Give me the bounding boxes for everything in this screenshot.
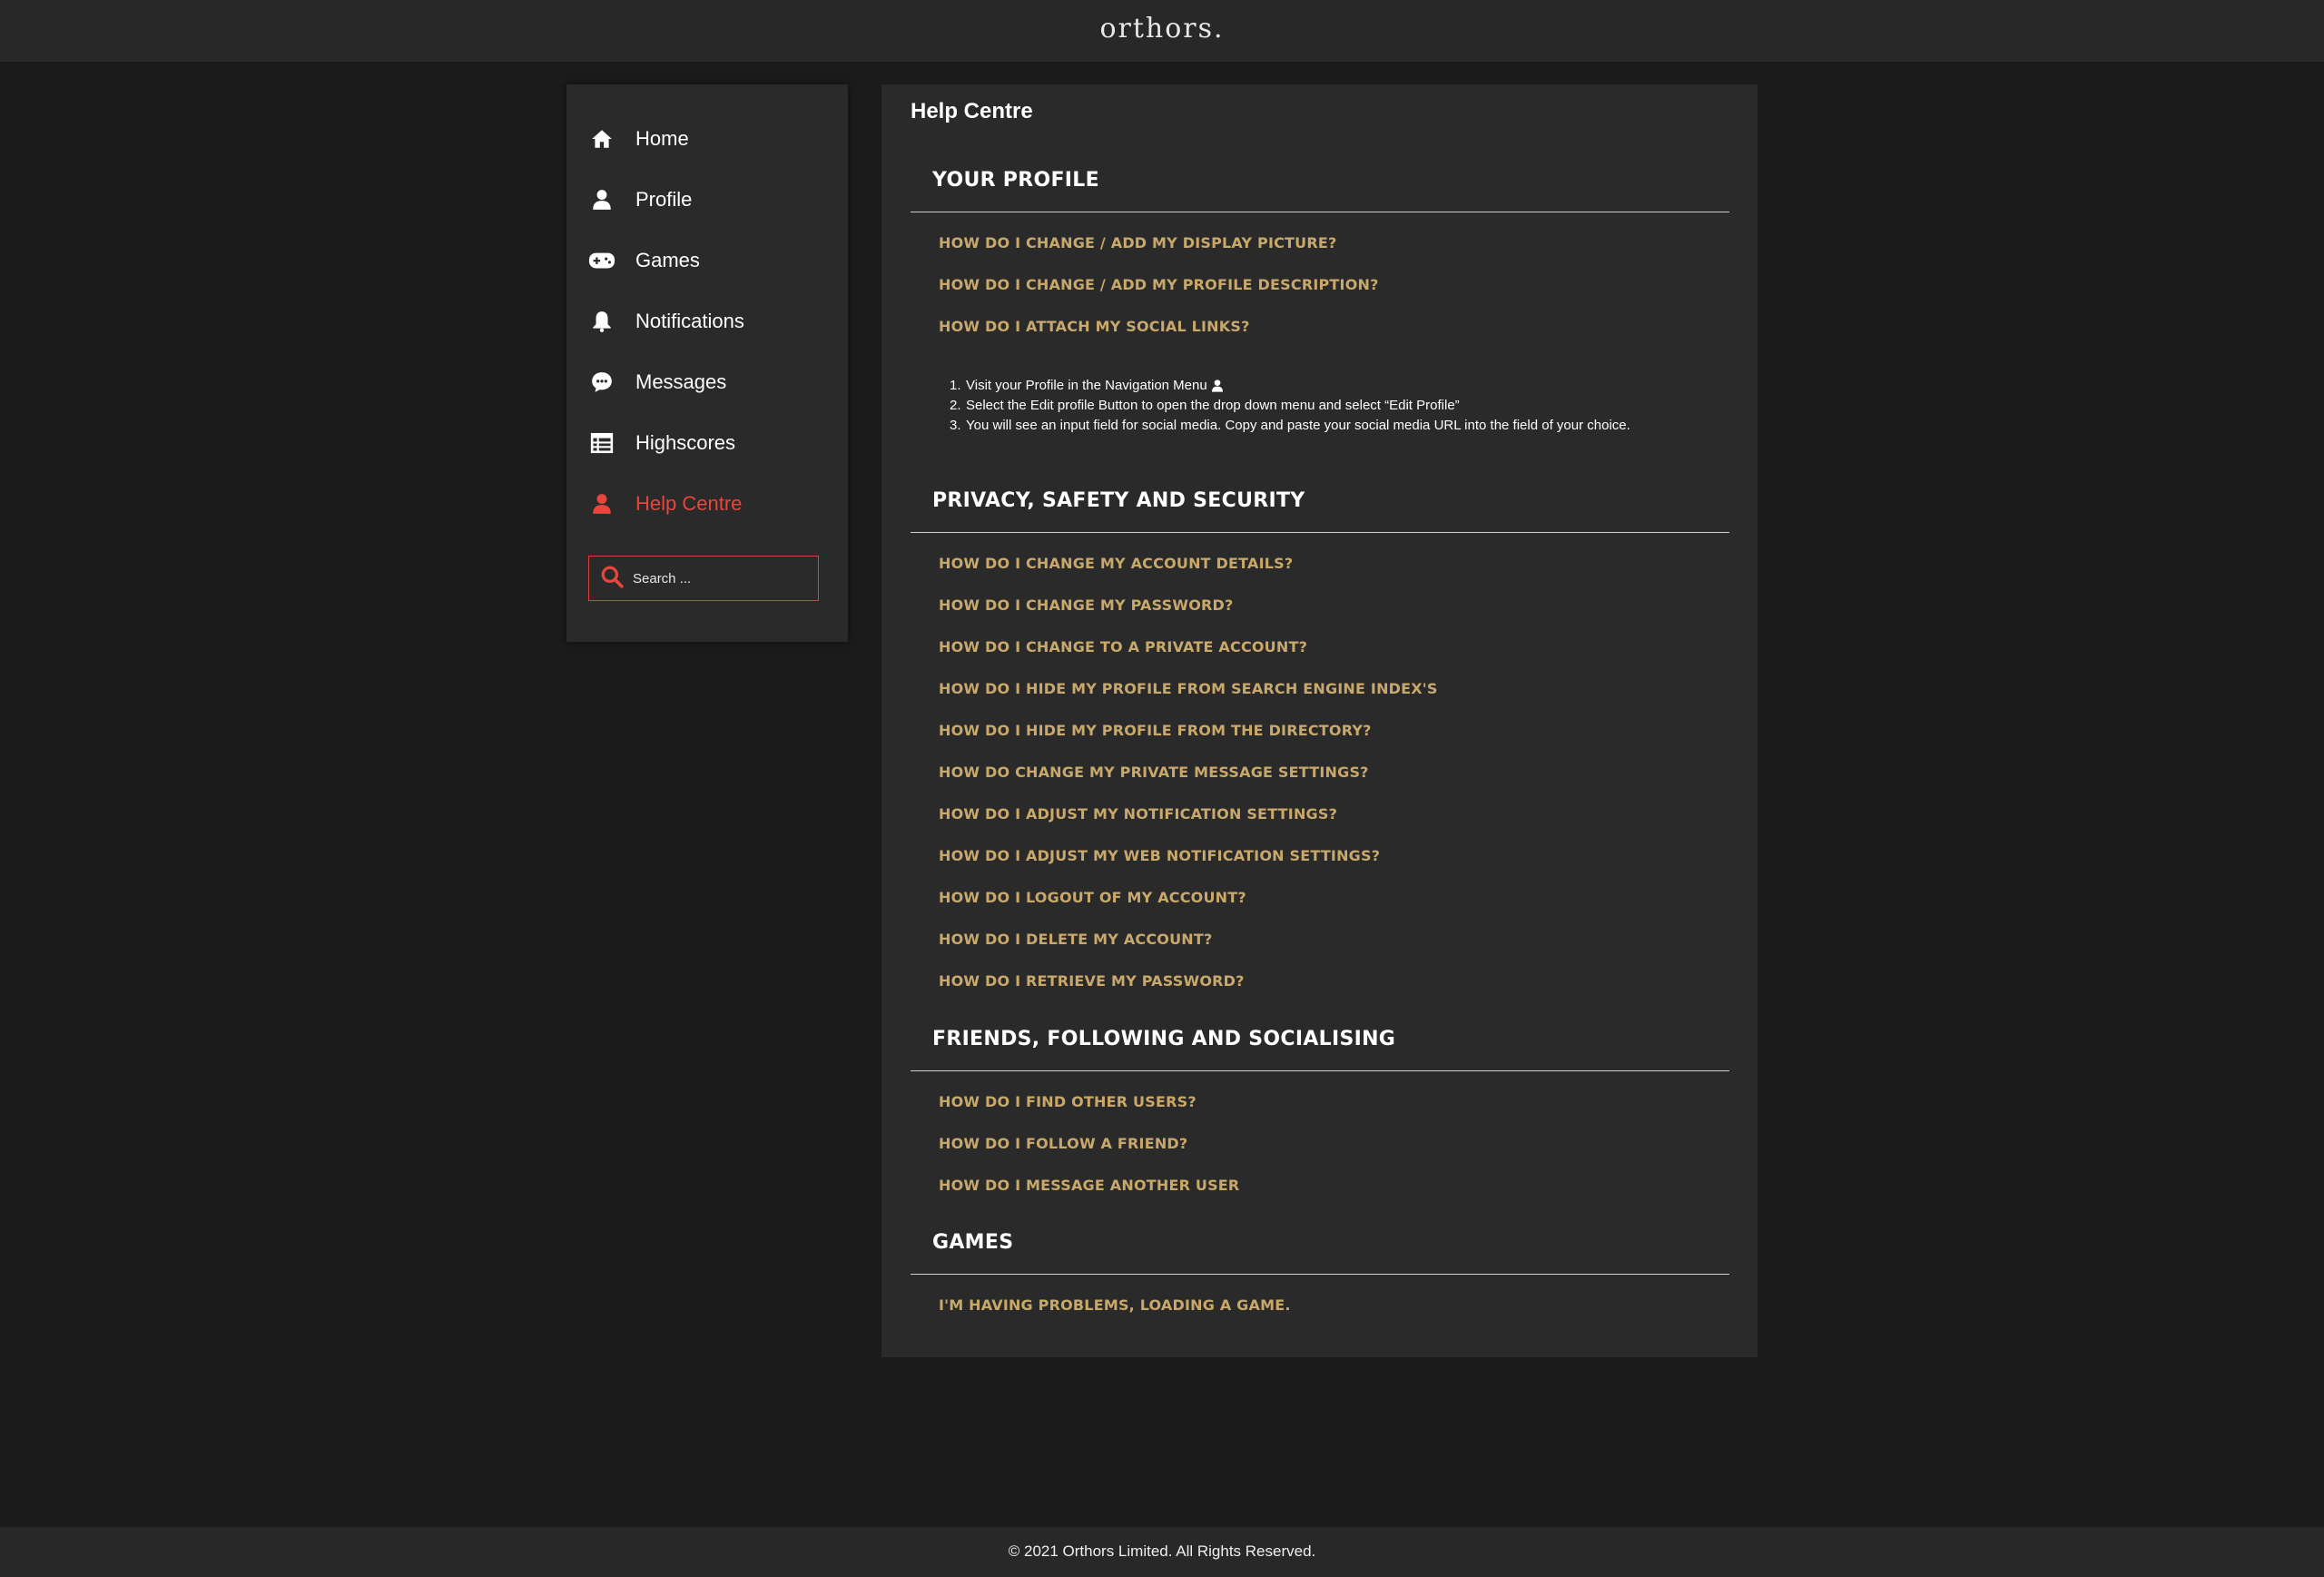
faq-link[interactable]: HOW DO I LOGOUT OF MY ACCOUNT?: [939, 889, 1246, 906]
faq-link[interactable]: HOW DO I DELETE MY ACCOUNT?: [939, 931, 1212, 948]
faq-link[interactable]: HOW DO I CHANGE MY ACCOUNT DETAILS?: [939, 555, 1293, 572]
faq-link[interactable]: HOW DO I HIDE MY PROFILE FROM SEARCH ENG…: [939, 680, 1438, 697]
sidebar-item-highscores[interactable]: Highscores: [588, 425, 735, 461]
page-title: Help Centre: [911, 99, 1033, 123]
section-divider: [911, 1070, 1729, 1071]
faq-link[interactable]: I'M HAVING PROBLEMS, LOADING A GAME.: [939, 1296, 1291, 1314]
faq-link[interactable]: HOW DO CHANGE MY PRIVATE MESSAGE SETTING…: [939, 764, 1369, 781]
sidebar-item-notifications[interactable]: Notifications: [588, 303, 744, 340]
sidebar-item-home[interactable]: Home: [588, 121, 689, 157]
faq-link[interactable]: HOW DO I RETRIEVE MY PASSWORD?: [939, 972, 1245, 990]
step-text: Select the Edit profile Button to open t…: [966, 398, 1460, 413]
faq-link[interactable]: HOW DO I FOLLOW A FRIEND?: [939, 1135, 1187, 1152]
bell-icon: [588, 308, 615, 335]
sidebar-nav: Home Profile Games Notifications Message…: [566, 84, 848, 642]
sidebar-item-messages[interactable]: Messages: [588, 364, 726, 400]
section-divider: [911, 532, 1729, 533]
sidebar-item-label: Highscores: [635, 431, 736, 454]
section-divider: [911, 1274, 1729, 1275]
step-text: You will see an input field for social m…: [966, 418, 1630, 433]
sidebar-item-label: Home: [635, 127, 689, 150]
copyright-text: © 2021 Orthors Limited. All Rights Reser…: [1008, 1543, 1316, 1560]
search-input[interactable]: [633, 570, 805, 586]
user-icon: [1210, 379, 1225, 393]
gamepad-icon: [588, 247, 615, 274]
faq-link[interactable]: HOW DO I HIDE MY PROFILE FROM THE DIRECT…: [939, 722, 1372, 739]
sidebar-item-label: Games: [635, 249, 700, 271]
user-icon: [588, 186, 615, 213]
step-item: 3. You will see an input field for socia…: [950, 416, 1630, 436]
sidebar-item-games[interactable]: Games: [588, 242, 700, 279]
step-text: Visit your Profile in the Navigation Men…: [966, 378, 1207, 393]
search-box: [588, 556, 819, 601]
sidebar-item-help-centre[interactable]: Help Centre: [588, 486, 742, 522]
sidebar-item-profile[interactable]: Profile: [588, 182, 692, 218]
faq-link[interactable]: HOW DO I MESSAGE ANOTHER USER: [939, 1177, 1239, 1194]
chat-icon: [588, 369, 615, 396]
faq-link[interactable]: HOW DO I ADJUST MY NOTIFICATION SETTINGS…: [939, 805, 1337, 823]
section-title-privacy: PRIVACY, SAFETY AND SECURITY: [932, 489, 1305, 512]
search-icon[interactable]: [600, 565, 624, 593]
social-links-steps: 1. Visit your Profile in the Navigation …: [950, 376, 1630, 436]
sidebar-item-label: Messages: [635, 370, 727, 393]
home-icon: [588, 125, 615, 153]
faq-link[interactable]: HOW DO I CHANGE / ADD MY PROFILE DESCRIP…: [939, 276, 1379, 293]
section-title-your-profile: YOUR PROFILE: [932, 169, 1099, 192]
faq-link[interactable]: HOW DO I CHANGE / ADD MY DISPLAY PICTURE…: [939, 234, 1336, 251]
top-bar: orthors.: [0, 0, 2324, 62]
sidebar-item-label: Notifications: [635, 310, 744, 332]
step-item: 2. Select the Edit profile Button to ope…: [950, 396, 1630, 416]
step-item: 1. Visit your Profile in the Navigation …: [950, 376, 1630, 396]
faq-link[interactable]: HOW DO I CHANGE TO A PRIVATE ACCOUNT?: [939, 638, 1307, 655]
section-title-games: GAMES: [932, 1231, 1014, 1254]
faq-link[interactable]: HOW DO I ADJUST MY WEB NOTIFICATION SETT…: [939, 847, 1380, 864]
help-centre-panel: Help Centre YOUR PROFILE HOW DO I CHANGE…: [881, 84, 1758, 1357]
sidebar-item-label: Help Centre: [635, 492, 743, 515]
faq-link[interactable]: HOW DO I ATTACH MY SOCIAL LINKS?: [939, 318, 1250, 335]
user-icon: [588, 490, 615, 517]
faq-link[interactable]: HOW DO I CHANGE MY PASSWORD?: [939, 596, 1234, 614]
sidebar-item-label: Profile: [635, 188, 693, 211]
site-logo[interactable]: orthors.: [1099, 13, 1224, 44]
footer: © 2021 Orthors Limited. All Rights Reser…: [0, 1527, 2324, 1577]
table-icon: [588, 429, 615, 457]
faq-link[interactable]: HOW DO I FIND OTHER USERS?: [939, 1093, 1196, 1110]
section-title-friends: FRIENDS, FOLLOWING AND SOCIALISING: [932, 1028, 1396, 1050]
